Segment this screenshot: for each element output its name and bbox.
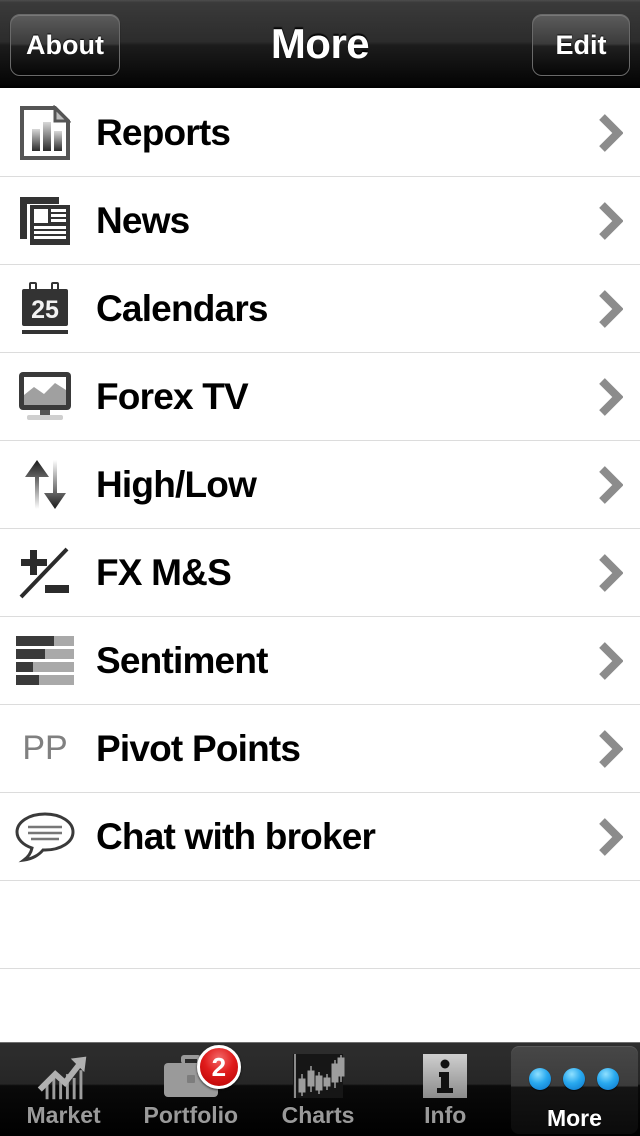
tab-label: Portfolio — [143, 1102, 239, 1128]
chevron-right-icon — [580, 529, 640, 617]
television-icon — [6, 353, 84, 441]
list-item-label: FX M&S — [96, 551, 232, 593]
info-i-icon — [415, 1051, 475, 1101]
more-menu-list[interactable]: Reports News 25 Calendars Forex TV High/… — [0, 89, 640, 1042]
list-item-label: High/Low — [96, 463, 257, 505]
chevron-right-icon — [580, 89, 640, 177]
tab-label: Info — [424, 1102, 467, 1128]
sentiment-bars-icon — [6, 617, 84, 705]
tab-charts[interactable]: Charts — [254, 1043, 381, 1136]
pivot-points-abbrev: PP — [22, 729, 68, 767]
list-item-label: Forex TV — [96, 375, 249, 417]
list-item-label: Chat with broker — [96, 815, 376, 857]
svg-text:25: 25 — [31, 296, 59, 324]
edit-button[interactable]: Edit — [532, 14, 630, 76]
chevron-right-icon — [580, 705, 640, 793]
calendar-25-icon: 25 — [6, 265, 84, 353]
list-item-empty — [0, 881, 640, 969]
tab-bar: Market Portfolio 2 Charts Info More — [0, 1042, 640, 1136]
app-root: About More Edit Reports News 25 Calendar… — [0, 0, 640, 1136]
list-item-empty — [0, 969, 640, 1042]
chevron-right-icon — [580, 177, 640, 265]
report-document-icon — [6, 89, 84, 177]
chevron-right-icon — [580, 617, 640, 705]
list-item-news[interactable]: News — [0, 177, 640, 265]
tab-label: More — [546, 1105, 602, 1131]
chevron-right-icon — [580, 441, 640, 529]
list-item-forex-tv[interactable]: Forex TV — [0, 353, 640, 441]
tab-more[interactable]: More — [510, 1046, 639, 1134]
plus-minus-icon — [6, 529, 84, 617]
chevron-right-icon — [580, 265, 640, 353]
newspaper-icon — [6, 177, 84, 265]
notification-badge: 2 — [196, 1045, 241, 1089]
list-item-chat-with-broker[interactable]: Chat with broker — [0, 793, 640, 881]
up-down-arrows-icon — [6, 441, 84, 529]
tab-info[interactable]: Info — [382, 1043, 509, 1136]
list-item-label: News — [96, 199, 190, 241]
list-item-calendars[interactable]: 25 Calendars — [0, 265, 640, 353]
list-item-sentiment[interactable]: Sentiment — [0, 617, 640, 705]
list-item-fx-m-s[interactable]: FX M&S — [0, 529, 640, 617]
tab-market[interactable]: Market — [0, 1043, 127, 1136]
list-item-label: Sentiment — [96, 639, 268, 681]
market-trend-icon — [34, 1051, 94, 1101]
list-item-label: Reports — [96, 111, 231, 153]
pp-text-icon: PP — [6, 705, 84, 793]
list-item-high-low[interactable]: High/Low — [0, 441, 640, 529]
list-item-label: Calendars — [96, 287, 269, 329]
candlestick-icon — [288, 1051, 348, 1101]
three-dots-icon — [529, 1054, 620, 1104]
tab-portfolio[interactable]: Portfolio 2 — [127, 1043, 254, 1136]
three-dots-icon — [529, 1068, 620, 1090]
navigation-bar: About More Edit — [0, 0, 640, 88]
chat-bubble-icon — [6, 793, 84, 881]
tab-label: Market — [26, 1102, 101, 1128]
list-item-reports[interactable]: Reports — [0, 89, 640, 177]
list-item-pivot-points[interactable]: PP Pivot Points — [0, 705, 640, 793]
chevron-right-icon — [580, 353, 640, 441]
tab-label: Charts — [281, 1102, 355, 1128]
chevron-right-icon — [580, 793, 640, 881]
list-item-label: Pivot Points — [96, 727, 301, 769]
